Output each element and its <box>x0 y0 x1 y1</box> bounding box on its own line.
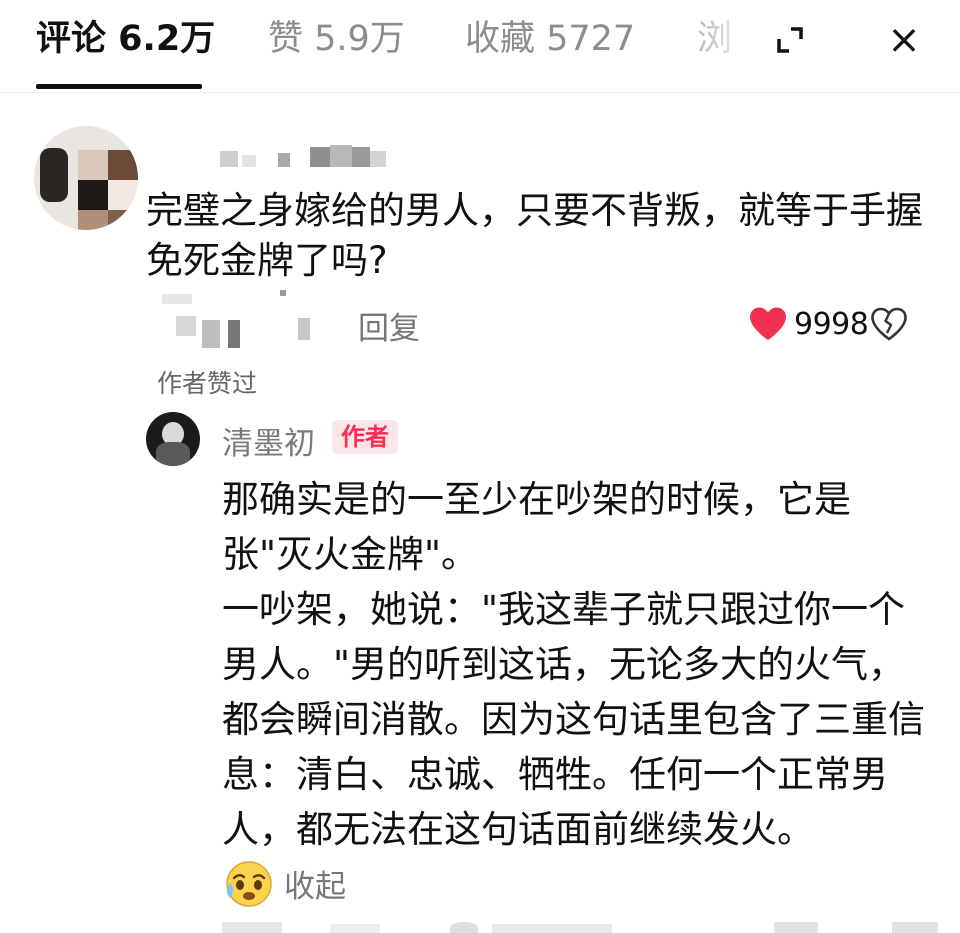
collapse-label: 收起 <box>284 868 346 905</box>
author-liked-label: 作者赞过 <box>157 369 258 398</box>
blurred-username <box>220 143 390 169</box>
comment-text: 完璧之身嫁给的男人，只要不背叛，就等于手握免死金牌了吗? <box>146 189 923 282</box>
commenter-avatar[interactable] <box>34 126 138 230</box>
tab-overflow-fade <box>660 0 770 92</box>
comment-tabs-bar: 评论 6.2万 赞 5.9万 收藏 5727 浏 × <box>0 0 960 92</box>
like-control: 9998 <box>748 304 908 344</box>
blurred-comment-meta <box>162 290 312 350</box>
dislike-broken-heart-icon[interactable] <box>870 307 908 341</box>
collapse-control[interactable]: 收起 <box>222 855 346 911</box>
close-button[interactable]: × <box>878 14 930 66</box>
like-count: 9998 <box>794 306 869 342</box>
reply-button[interactable]: 回复 <box>358 303 420 348</box>
reply-paragraph: 一吵架，她说："我这辈子就只跟过你一个男人。"男的听到这话，无论多大的火气，都会… <box>222 588 925 851</box>
active-tab-indicator <box>36 84 202 89</box>
reply-author-name[interactable]: 清墨初 <box>222 418 315 463</box>
reply-text: 那确实是的一至少在吵架的时候，它是张"灭火金牌"。 一吵架，她说："我这辈子就只… <box>222 472 932 857</box>
reply-paragraph: 那确实是的一至少在吵架的时候，它是张"灭火金牌"。 <box>222 478 851 576</box>
expand-corner-icon[interactable] <box>764 14 816 66</box>
author-badge: 作者 <box>332 420 398 454</box>
tab-likes[interactable]: 赞 5.9万 <box>268 14 405 64</box>
crying-emoji-icon <box>226 861 272 907</box>
cut-off-next-row <box>222 920 942 933</box>
tab-comments[interactable]: 评论 6.2万 <box>36 14 215 64</box>
tab-divider <box>0 92 960 93</box>
heart-icon[interactable] <box>748 306 788 342</box>
reply-author-avatar[interactable] <box>146 412 200 466</box>
tab-favorites[interactable]: 收藏 5727 <box>465 14 635 64</box>
close-icon: × <box>887 17 921 63</box>
